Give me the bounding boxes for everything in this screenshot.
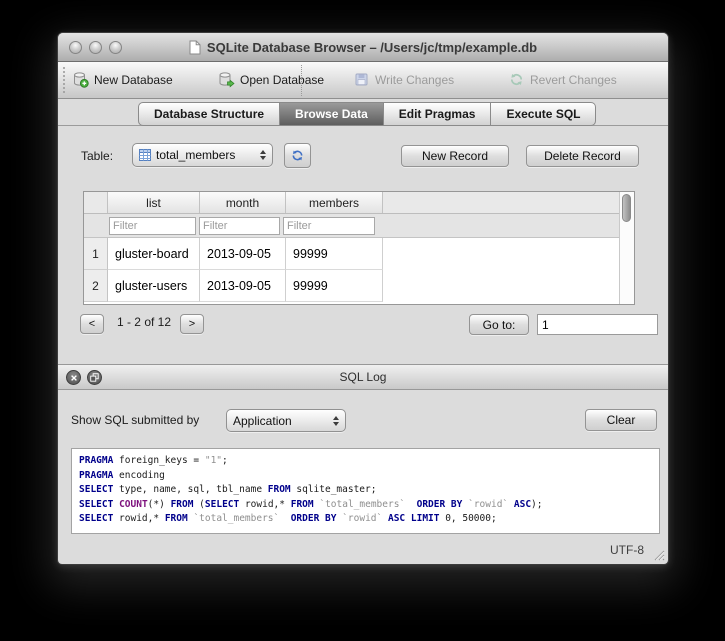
goto-button[interactable]: Go to: — [469, 314, 529, 335]
table-cell[interactable]: 99999 — [286, 270, 383, 302]
zoom-window-button[interactable] — [109, 41, 122, 54]
grid-vertical-scrollbar[interactable] — [619, 192, 634, 304]
open-database-button[interactable]: Open Database — [218, 71, 324, 88]
document-icon — [189, 40, 201, 55]
table-cell[interactable]: gluster-board — [108, 238, 200, 270]
scrollbar-thumb[interactable] — [622, 194, 631, 222]
filter-input-month[interactable] — [199, 217, 280, 235]
table-select[interactable]: total_members — [132, 143, 273, 167]
toolbar-item-label: New Database — [94, 73, 173, 87]
filter-input-members[interactable] — [283, 217, 375, 235]
close-icon — [70, 374, 78, 382]
grid-header-filler — [383, 192, 619, 213]
title-bar[interactable]: SQLite Database Browser – /Users/jc/tmp/… — [58, 33, 668, 62]
sql-source-value: Application — [233, 414, 292, 428]
sql-log-header: SQL Log — [58, 364, 668, 390]
toolbar-item-label: Revert Changes — [530, 73, 617, 87]
sql-log-line: PRAGMA encoding — [79, 469, 652, 484]
toolbar: New Database Open Database Write Changes — [58, 62, 668, 99]
grid-header-row: list month members — [84, 192, 619, 214]
filter-corner-cell — [84, 214, 108, 237]
new-record-button[interactable]: New Record — [401, 145, 509, 167]
sql-log-title: SQL Log — [340, 370, 387, 384]
tab-bar: Database Structure Browse Data Edit Prag… — [138, 102, 596, 126]
window-title-group: SQLite Database Browser – /Users/jc/tmp/… — [189, 40, 537, 55]
write-changes-button[interactable]: Write Changes — [353, 71, 454, 88]
sql-log-line: SELECT rowid,* FROM `total_members` ORDE… — [79, 512, 652, 527]
sql-source-select[interactable]: Application — [226, 409, 346, 432]
float-panel-button[interactable] — [87, 370, 102, 385]
window-controls — [69, 41, 122, 54]
record-range-label: 1 - 2 of 12 — [108, 315, 180, 329]
encoding-label: UTF-8 — [610, 543, 644, 557]
revert-changes-button[interactable]: Revert Changes — [508, 71, 617, 88]
resize-grip-icon[interactable] — [652, 548, 665, 561]
table-cell[interactable]: gluster-users — [108, 270, 200, 302]
table-cell[interactable]: 2013-09-05 — [200, 238, 286, 270]
toolbar-separator — [301, 65, 302, 96]
open-database-icon — [218, 71, 235, 88]
column-header-month[interactable]: month — [200, 192, 286, 213]
goto-record-input[interactable] — [537, 314, 658, 335]
new-database-button[interactable]: New Database — [72, 71, 173, 88]
filter-input-list[interactable] — [109, 217, 196, 235]
table-cell[interactable]: 99999 — [286, 238, 383, 270]
new-database-icon — [72, 71, 89, 88]
sql-log-line: SELECT type, name, sql, tbl_name FROM sq… — [79, 483, 652, 498]
table-row[interactable]: 1gluster-board2013-09-0599999 — [84, 238, 619, 270]
grid-corner-cell — [84, 192, 108, 213]
stepper-arrows-icon — [333, 416, 339, 426]
tab-browse-data[interactable]: Browse Data — [280, 102, 384, 126]
prev-page-button[interactable]: < — [80, 314, 104, 334]
refresh-button[interactable] — [284, 143, 311, 168]
grid-rows: 1gluster-board2013-09-05999992gluster-us… — [84, 238, 619, 302]
table-icon — [139, 149, 151, 161]
data-grid: list month members 1gluster-board2013-09… — [83, 191, 635, 305]
clear-log-button[interactable]: Clear — [585, 409, 657, 431]
delete-record-button[interactable]: Delete Record — [526, 145, 639, 167]
write-changes-icon — [353, 71, 370, 88]
column-header-members[interactable]: members — [286, 192, 383, 213]
column-header-list[interactable]: list — [108, 192, 200, 213]
stepper-arrows-icon — [260, 150, 266, 160]
table-row[interactable]: 2gluster-users2013-09-0599999 — [84, 270, 619, 302]
revert-changes-icon — [508, 71, 525, 88]
show-sql-label: Show SQL submitted by — [71, 413, 199, 427]
row-number[interactable]: 2 — [84, 270, 108, 302]
app-window: SQLite Database Browser – /Users/jc/tmp/… — [57, 32, 669, 565]
close-window-button[interactable] — [69, 41, 82, 54]
grid-filter-row — [84, 214, 619, 238]
toolbar-item-label: Write Changes — [375, 73, 454, 87]
refresh-icon — [290, 148, 305, 163]
sql-log-line: PRAGMA foreign_keys = "1"; — [79, 454, 652, 469]
float-icon — [90, 373, 99, 382]
window-title: SQLite Database Browser – /Users/jc/tmp/… — [207, 40, 537, 55]
toolbar-item-label: Open Database — [240, 73, 324, 87]
table-cell[interactable]: 2013-09-05 — [200, 270, 286, 302]
sql-log-line: SELECT COUNT(*) FROM (SELECT rowid,* FRO… — [79, 498, 652, 513]
next-page-button[interactable]: > — [180, 314, 204, 334]
minimize-window-button[interactable] — [89, 41, 102, 54]
tab-edit-pragmas[interactable]: Edit Pragmas — [384, 102, 492, 126]
table-select-value: total_members — [156, 148, 235, 162]
close-panel-button[interactable] — [66, 370, 81, 385]
sql-log-text[interactable]: PRAGMA foreign_keys = "1";PRAGMA encodin… — [71, 448, 660, 534]
dock-buttons — [66, 370, 102, 385]
row-number[interactable]: 1 — [84, 238, 108, 270]
tab-database-structure[interactable]: Database Structure — [138, 102, 280, 126]
toolbar-drag-handle[interactable] — [62, 66, 66, 95]
tab-execute-sql[interactable]: Execute SQL — [491, 102, 596, 126]
table-label: Table: — [81, 149, 113, 163]
